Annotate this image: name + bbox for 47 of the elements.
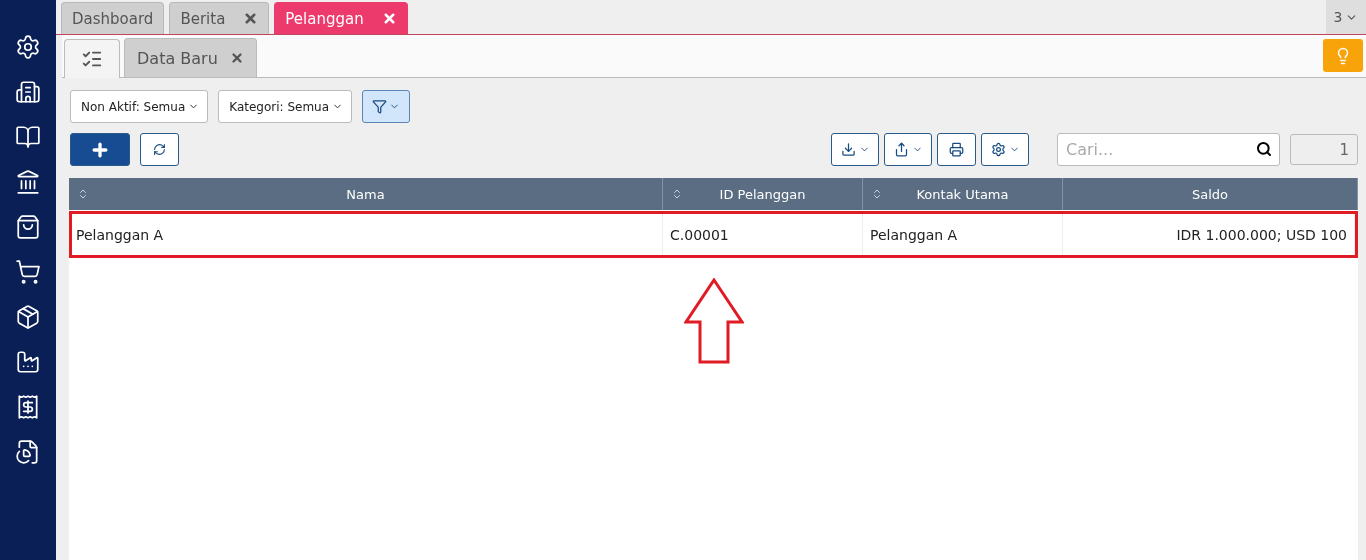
sort-icon[interactable] xyxy=(671,188,683,200)
filter-icon[interactable] xyxy=(372,99,388,114)
filter-dropdown[interactable]: Kategori: Semua xyxy=(218,90,353,123)
search-icon[interactable] xyxy=(1256,141,1272,157)
print-button[interactable] xyxy=(937,133,976,166)
column-header[interactable]: Saldo xyxy=(1063,178,1358,210)
refresh-icon[interactable] xyxy=(153,143,166,156)
table-cell: Pelanggan A xyxy=(863,214,1063,255)
tab[interactable] xyxy=(64,39,120,78)
export-button[interactable] xyxy=(884,133,932,166)
package-icon[interactable] xyxy=(15,304,41,330)
settings-icon[interactable] xyxy=(15,34,41,60)
factory-icon[interactable] xyxy=(15,349,41,375)
share-icon[interactable] xyxy=(893,142,909,157)
bag-icon[interactable] xyxy=(15,214,41,240)
report-icon[interactable] xyxy=(15,439,41,465)
cart-icon[interactable] xyxy=(15,259,41,285)
tab[interactable]: Data Baru xyxy=(124,38,257,77)
settings-button[interactable] xyxy=(981,133,1029,166)
add-button[interactable] xyxy=(70,133,130,166)
receipt-icon[interactable] xyxy=(15,394,41,420)
bank-icon[interactable] xyxy=(15,169,41,195)
printer-icon[interactable] xyxy=(949,142,964,157)
page-number-field[interactable]: 1 xyxy=(1290,134,1358,165)
close-icon[interactable] xyxy=(229,51,244,65)
tab[interactable]: Berita xyxy=(169,2,270,34)
column-header[interactable]: Kontak Utama xyxy=(863,178,1063,210)
book-icon[interactable] xyxy=(15,124,41,150)
tab-count-dropdown[interactable]: 3 xyxy=(1326,0,1366,34)
filter-button[interactable] xyxy=(362,90,411,123)
tab[interactable]: Dashboard xyxy=(61,2,165,34)
sort-icon[interactable] xyxy=(77,188,89,200)
table-cell: C.00001 xyxy=(663,214,863,255)
table-cell: IDR 1.000.000; USD 100 xyxy=(1063,214,1355,255)
sort-icon[interactable] xyxy=(871,188,883,200)
search-field[interactable]: Cari... xyxy=(1057,133,1280,166)
refresh-button[interactable] xyxy=(140,133,179,166)
filter-dropdown[interactable]: Non Aktif: Semua xyxy=(70,90,209,123)
tab[interactable]: Pelanggan xyxy=(274,2,408,34)
table-cell: Pelanggan A xyxy=(69,214,663,255)
column-header[interactable]: ID Pelanggan xyxy=(663,178,863,210)
column-header[interactable]: Nama xyxy=(69,178,663,210)
settings-icon[interactable] xyxy=(990,142,1006,157)
download-icon[interactable] xyxy=(840,142,856,157)
close-icon[interactable] xyxy=(243,11,259,26)
building-icon[interactable] xyxy=(15,79,41,105)
download-button[interactable] xyxy=(831,133,879,166)
